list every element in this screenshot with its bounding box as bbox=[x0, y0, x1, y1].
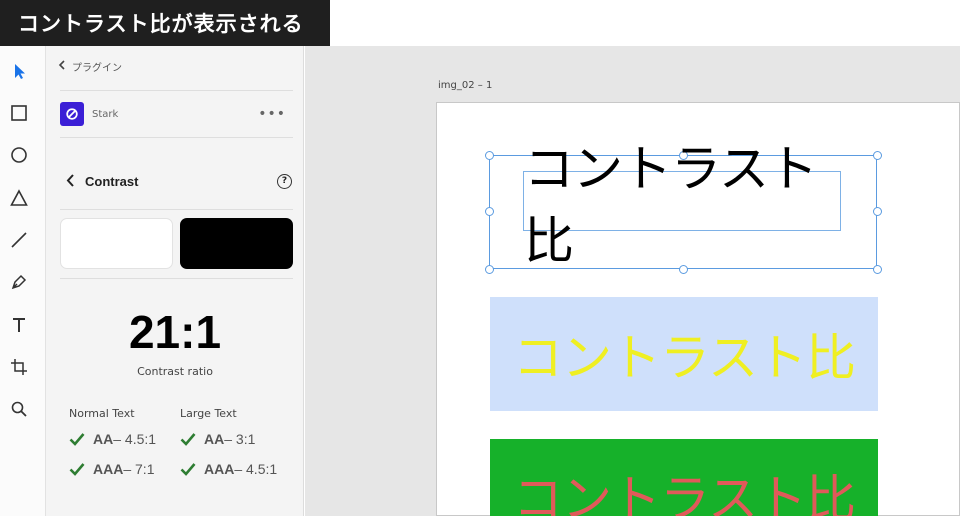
check-icon bbox=[69, 433, 85, 446]
resize-handle[interactable] bbox=[485, 265, 494, 274]
divider bbox=[60, 278, 293, 279]
normal-aaa-result: AAA – 7:1 bbox=[69, 461, 154, 477]
plugin-row[interactable]: Stark ••• bbox=[60, 101, 292, 127]
normal-aa-result: AA – 4.5:1 bbox=[69, 431, 156, 447]
resize-handle[interactable] bbox=[873, 265, 882, 274]
artboard[interactable]: コントラスト比 コントラスト比 コントラスト比 bbox=[436, 102, 960, 516]
resize-handle[interactable] bbox=[485, 151, 494, 160]
background-color-swatch[interactable] bbox=[180, 218, 293, 269]
rectangle-icon[interactable] bbox=[8, 102, 30, 124]
select-arrow-icon[interactable] bbox=[8, 60, 30, 82]
stark-logo-icon bbox=[60, 102, 84, 126]
divider bbox=[60, 137, 293, 138]
result-level: AAA bbox=[204, 461, 235, 477]
chevron-left-icon bbox=[58, 60, 66, 73]
contrast-title: Contrast bbox=[85, 173, 139, 189]
pen-icon[interactable] bbox=[8, 271, 30, 293]
contrast-header: Contrast ? bbox=[66, 170, 292, 192]
result-ratio: – 7:1 bbox=[123, 461, 155, 477]
large-text-heading: Large Text bbox=[180, 407, 237, 420]
zoom-icon[interactable] bbox=[8, 398, 30, 420]
result-ratio: – 4.5:1 bbox=[234, 461, 278, 477]
sample-text-yellow-on-light-blue[interactable]: コントラスト比 bbox=[490, 297, 878, 411]
text-icon[interactable] bbox=[8, 314, 30, 336]
check-icon bbox=[180, 463, 196, 476]
large-aaa-result: AAA – 4.5:1 bbox=[180, 461, 277, 477]
title-banner: コントラスト比が表示される bbox=[0, 0, 330, 46]
result-level: AA bbox=[204, 431, 225, 447]
design-canvas[interactable]: img_02 – 1 コントラスト比 コントラスト比 コントラスト比 bbox=[305, 46, 960, 516]
plugin-panel: プラグイン Stark ••• Contrast ? 21:1 Contrast… bbox=[46, 46, 304, 516]
tools-toolbar bbox=[0, 46, 46, 516]
line-icon[interactable] bbox=[8, 229, 30, 251]
result-ratio: – 3:1 bbox=[224, 431, 256, 447]
result-level: AAA bbox=[93, 461, 124, 477]
artboard-icon[interactable] bbox=[8, 356, 30, 378]
large-aa-result: AA – 3:1 bbox=[180, 431, 255, 447]
contrast-ratio-label: Contrast ratio bbox=[137, 365, 213, 378]
resize-handle[interactable] bbox=[873, 151, 882, 160]
result-level: AA bbox=[93, 431, 114, 447]
resize-handle[interactable] bbox=[485, 207, 494, 216]
ellipse-icon[interactable] bbox=[8, 144, 30, 166]
resize-handle[interactable] bbox=[873, 207, 882, 216]
foreground-color-swatch[interactable] bbox=[60, 218, 173, 269]
check-icon bbox=[69, 463, 85, 476]
sample-text-red-on-green[interactable]: コントラスト比 bbox=[490, 439, 878, 516]
more-options-icon[interactable]: ••• bbox=[258, 106, 286, 122]
contrast-ratio-value: 21:1 bbox=[128, 306, 222, 358]
breadcrumb[interactable]: プラグイン bbox=[58, 59, 122, 74]
breadcrumb-label: プラグイン bbox=[72, 63, 122, 74]
help-icon[interactable]: ? bbox=[277, 173, 292, 189]
normal-text-heading: Normal Text bbox=[69, 407, 135, 420]
triangle-icon[interactable] bbox=[8, 187, 30, 209]
check-icon bbox=[180, 433, 196, 446]
plugin-name: Stark bbox=[92, 108, 119, 120]
divider bbox=[60, 90, 293, 91]
back-chevron-icon[interactable] bbox=[66, 172, 75, 191]
result-ratio: – 4.5:1 bbox=[113, 431, 157, 447]
sample-text-black-on-white[interactable]: コントラスト比 bbox=[523, 140, 841, 270]
divider bbox=[60, 209, 293, 210]
artboard-label[interactable]: img_02 – 1 bbox=[438, 80, 492, 91]
